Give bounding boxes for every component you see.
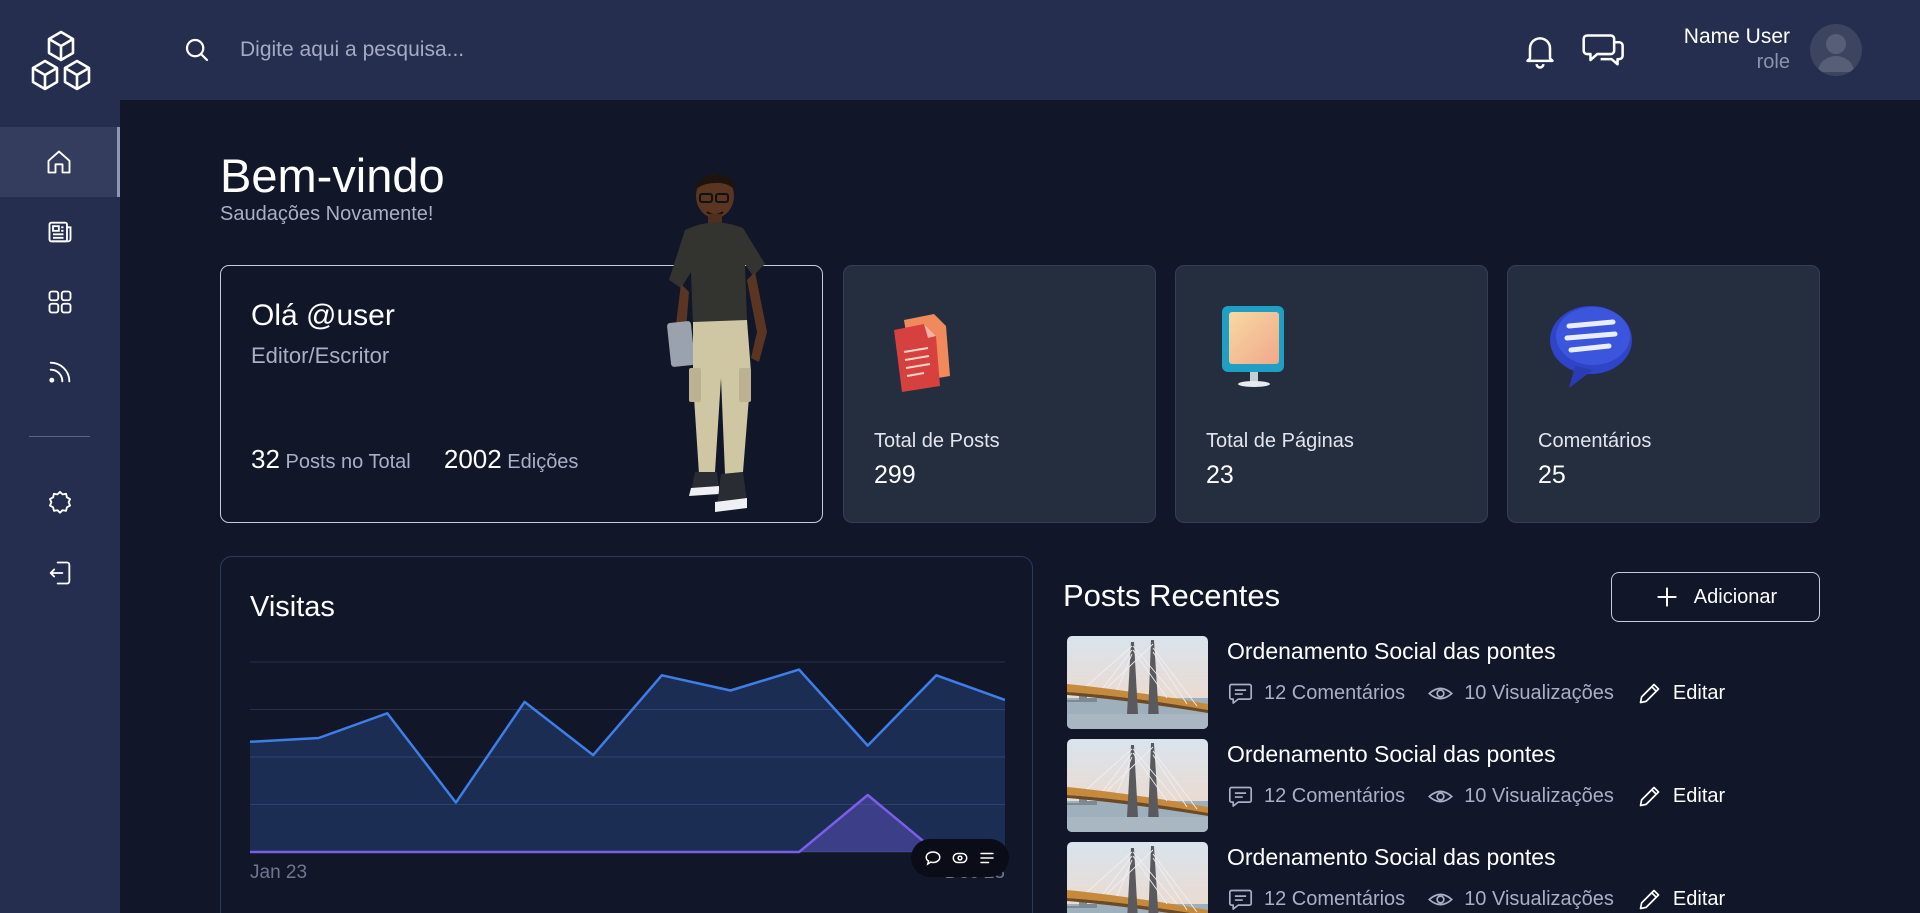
pencil-icon [1639, 786, 1660, 807]
add-post-label: Adicionar [1693, 585, 1778, 608]
user-role: role [1756, 51, 1790, 73]
add-post-button[interactable]: Adicionar [1611, 572, 1820, 622]
post-row[interactable]: Ordenamento Social das pontes 12 Comentá… [1067, 739, 1827, 834]
home-icon [47, 150, 70, 174]
stat-label: Total de Posts [874, 430, 1000, 452]
post-thumbnail[interactable] [1067, 636, 1208, 729]
profile-role: Editor/Escritor [251, 343, 390, 368]
nav-dashboard[interactable] [0, 267, 120, 337]
post-comments: 12 Comentários [1227, 886, 1405, 913]
chat-icon[interactable] [1582, 28, 1626, 70]
visits-area-chart[interactable]: Jan 23Dec 23 [250, 652, 1005, 882]
post-row[interactable]: Ordenamento Social das pontes 12 Comentá… [1067, 636, 1827, 731]
edits-label: Edições [507, 451, 579, 473]
nav-posts[interactable] [0, 197, 120, 267]
bell-icon[interactable] [1520, 30, 1560, 70]
stat-value: 25 [1538, 461, 1566, 489]
post-meta: 12 Comentários 10 Visualizações Editar [1227, 680, 1725, 707]
search-icon[interactable] [182, 35, 212, 65]
speech-bubble-icon [1550, 306, 1632, 388]
visits-title: Visitas [250, 591, 335, 623]
recent-posts-title: Posts Recentes [1063, 578, 1281, 613]
topbar: Name User role [120, 0, 1920, 100]
stat-card-posts[interactable]: Total de Posts 299 [843, 265, 1156, 523]
post-title[interactable]: Ordenamento Social das pontes [1227, 638, 1556, 665]
chart-toolbar [911, 839, 1009, 877]
stat-label: Total de Páginas [1206, 430, 1354, 452]
sidebar [0, 0, 120, 913]
rss-icon [49, 361, 71, 383]
post-meta: 12 Comentários 10 Visualizações Editar [1227, 886, 1725, 913]
edit-post-label: Editar [1672, 785, 1726, 807]
posts-count: 32 [251, 444, 280, 474]
edit-post-link[interactable]: Editar [1636, 680, 1725, 707]
edit-post-label: Editar [1672, 682, 1726, 704]
view-toggle-icon[interactable] [951, 849, 969, 867]
stat-card-comments[interactable]: Comentários 25 [1507, 265, 1820, 523]
character-illustration [667, 174, 767, 512]
cubes-logo-icon[interactable] [28, 28, 94, 94]
edits-count: 2002 [443, 444, 502, 474]
post-title[interactable]: Ordenamento Social das pontes [1227, 844, 1556, 871]
user-name: Name User [1683, 25, 1790, 48]
eye-icon [1428, 893, 1454, 906]
posts-label: Posts no Total [285, 451, 411, 473]
post-comments: 12 Comentários [1227, 680, 1405, 707]
monitor-icon [1222, 306, 1284, 387]
welcome-title: Bem-vindo [220, 149, 445, 202]
visits-card: Visitas Jan 23Dec 23 [220, 556, 1033, 913]
post-comments-count: 12 Comentários [1264, 682, 1406, 704]
plus-icon [1657, 587, 1677, 607]
post-views: 10 Visualizações [1427, 886, 1614, 913]
grid-icon [48, 290, 72, 314]
comment-icon [1228, 786, 1253, 807]
nav-logout[interactable] [0, 538, 120, 608]
comment-icon [1228, 683, 1253, 704]
eye-icon [1428, 687, 1454, 700]
post-row[interactable]: Ordenamento Social das pontes 12 Comentá… [1067, 842, 1827, 913]
menu-icon[interactable] [978, 849, 996, 867]
post-thumbnail[interactable] [1067, 739, 1208, 832]
welcome-subtitle: Saudações Novamente! [220, 203, 434, 225]
nav-settings[interactable] [0, 468, 120, 538]
edit-post-link[interactable]: Editar [1636, 886, 1725, 913]
stat-value: 23 [1206, 461, 1234, 489]
nav-feed[interactable] [0, 337, 120, 407]
comment-toggle-icon[interactable] [924, 849, 942, 867]
sidebar-divider [29, 436, 90, 437]
profile-stats: 32 Posts no Total 2002 Edições [251, 444, 578, 475]
post-views: 10 Visualizações [1427, 783, 1614, 810]
post-views: 10 Visualizações [1427, 680, 1614, 707]
post-title[interactable]: Ordenamento Social das pontes [1227, 741, 1556, 768]
eye-icon [1428, 790, 1454, 803]
pencil-icon [1639, 683, 1660, 704]
post-views-count: 10 Visualizações [1464, 682, 1614, 704]
post-comments-count: 12 Comentários [1264, 785, 1406, 807]
edit-post-label: Editar [1672, 888, 1726, 910]
nav-home[interactable] [0, 127, 120, 197]
logout-icon [49, 561, 71, 585]
profile-greeting: Olá @user [251, 299, 395, 332]
stat-card-pages[interactable]: Total de Páginas 23 [1175, 265, 1488, 523]
post-meta: 12 Comentários 10 Visualizações Editar [1227, 783, 1725, 810]
stat-label: Comentários [1538, 430, 1652, 452]
x-axis-start-label: Jan 23 [250, 862, 307, 882]
edit-post-link[interactable]: Editar [1636, 783, 1725, 810]
post-views-count: 10 Visualizações [1464, 785, 1614, 807]
post-comments: 12 Comentários [1227, 783, 1405, 810]
newspaper-icon [48, 221, 72, 243]
user-avatar-icon [1818, 34, 1854, 72]
avatar[interactable] [1810, 24, 1862, 76]
comment-icon [1228, 889, 1253, 910]
pencil-icon [1639, 889, 1660, 910]
post-views-count: 10 Visualizações [1464, 888, 1614, 910]
search-input[interactable] [240, 30, 740, 70]
post-thumbnail[interactable] [1067, 842, 1208, 913]
documents-icon [894, 314, 950, 392]
post-comments-count: 12 Comentários [1264, 888, 1406, 910]
settings-icon [49, 490, 71, 514]
stat-value: 299 [874, 461, 916, 489]
